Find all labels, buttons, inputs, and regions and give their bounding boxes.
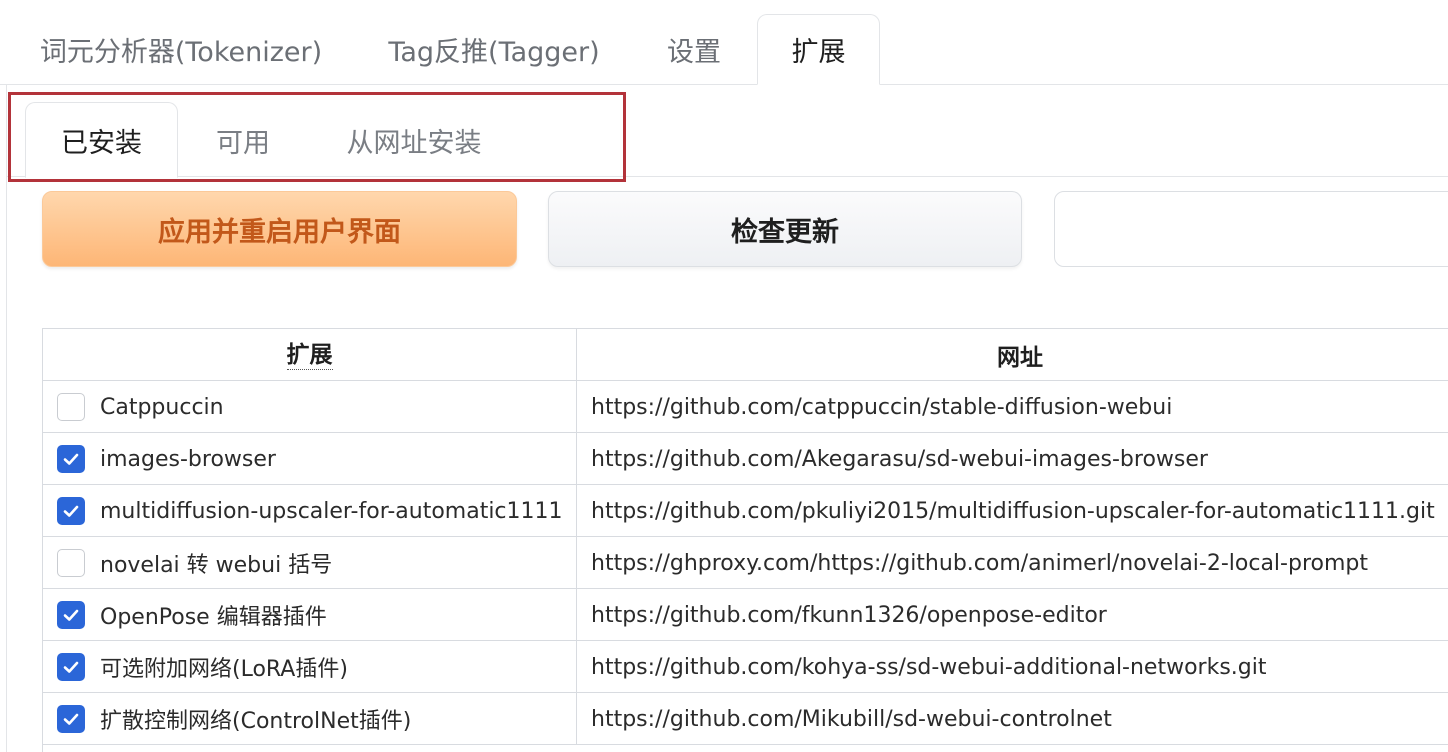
table-row: novelai 转 webui 括号 https://ghproxy.com/h… (43, 537, 1448, 589)
extensions-page: 词元分析器(Tokenizer) Tag反推(Tagger) 设置 扩展 已安装… (0, 0, 1448, 752)
extension-name: OpenPose 编辑器插件 (100, 605, 327, 630)
extension-checkbox[interactable] (57, 653, 85, 681)
extension-name: Catppuccin (100, 394, 224, 420)
extension-cell: multidiffusion-upscaler-for-automatic111… (43, 485, 577, 537)
extension-url: https://ghproxy.com/https://github.com/a… (591, 550, 1368, 576)
table-row: 可选附加网络(LoRA插件) https://github.com/kohya-… (43, 641, 1448, 693)
extension-cell: Catppuccin (43, 381, 577, 433)
extension-checkbox[interactable] (57, 601, 85, 629)
subtab-install-from-url[interactable]: 从网址安装 (322, 102, 506, 178)
status-box (1054, 191, 1448, 267)
extension-checkbox[interactable] (57, 705, 85, 733)
extension-url: https://github.com/Mikubill/sd-webui-con… (591, 706, 1112, 732)
extension-name: 可选附加网络(LoRA插件) (100, 657, 348, 682)
table-row: Catppuccin https://github.com/catppuccin… (43, 381, 1448, 433)
extension-cell: 可选附加网络(LoRA插件) (43, 641, 577, 693)
apply-and-restart-button[interactable]: 应用并重启用户界面 (42, 191, 517, 267)
extension-url: https://github.com/catppuccin/stable-dif… (591, 394, 1173, 420)
top-tab-bar: 词元分析器(Tokenizer) Tag反推(Tagger) 设置 扩展 (0, 0, 1448, 86)
panel-border (6, 85, 7, 752)
checkmark-icon (63, 453, 79, 465)
column-header-extension[interactable]: 扩展 (43, 329, 577, 381)
extension-name: novelai 转 webui 括号 (100, 553, 333, 578)
tab-settings[interactable]: 设置 (648, 14, 740, 85)
subtab-available[interactable]: 可用 (196, 102, 290, 178)
extension-url: https://github.com/fkunn1326/openpose-ed… (591, 602, 1107, 628)
table-row: 扩散控制网络(ControlNet插件) https://github.com/… (43, 693, 1448, 745)
extension-checkbox[interactable] (57, 393, 85, 421)
check-updates-button[interactable]: 检查更新 (548, 191, 1022, 267)
subtab-installed[interactable]: 已安装 (25, 102, 178, 178)
extension-url: https://github.com/Akegarasu/sd-webui-im… (591, 446, 1208, 472)
table-row: images-browser https://github.com/Akegar… (43, 433, 1448, 485)
checkmark-icon (63, 505, 79, 517)
column-header-extension-label: 扩展 (286, 341, 333, 370)
checkmark-icon (63, 661, 79, 673)
extensions-table: 扩展 网址 Catppuccin https://github.com/catp… (42, 328, 1448, 752)
extension-name: images-browser (100, 446, 276, 472)
extension-cell: novelai 转 webui 括号 (43, 537, 577, 589)
table-row: OpenPose 编辑器插件 https://github.com/fkunn1… (43, 589, 1448, 641)
extension-checkbox[interactable] (57, 497, 85, 525)
extension-cell: images-browser (43, 433, 577, 485)
tab-extensions[interactable]: 扩展 (757, 14, 880, 85)
checkmark-icon (63, 609, 79, 621)
extension-checkbox[interactable] (57, 445, 85, 473)
extension-cell: OpenPose 编辑器插件 (43, 589, 577, 641)
extension-name: 扩散控制网络(ControlNet插件) (100, 709, 412, 734)
extension-name: multidiffusion-upscaler-for-automatic111… (100, 498, 563, 524)
extension-url: https://github.com/kohya-ss/sd-webui-add… (591, 654, 1267, 680)
table-header: 扩展 网址 (43, 329, 1448, 381)
tab-tokenizer[interactable]: 词元分析器(Tokenizer) (24, 14, 338, 85)
extension-url: https://github.com/pkuliyi2015/multidiff… (591, 498, 1435, 524)
column-header-url[interactable]: 网址 (577, 329, 1448, 381)
table-row: multidiffusion-upscaler-for-automatic111… (43, 485, 1448, 537)
checkmark-icon (63, 713, 79, 725)
tab-tagger[interactable]: Tag反推(Tagger) (378, 14, 610, 85)
extension-cell: 扩散控制网络(ControlNet插件) (43, 693, 577, 745)
extension-checkbox[interactable] (57, 549, 85, 577)
